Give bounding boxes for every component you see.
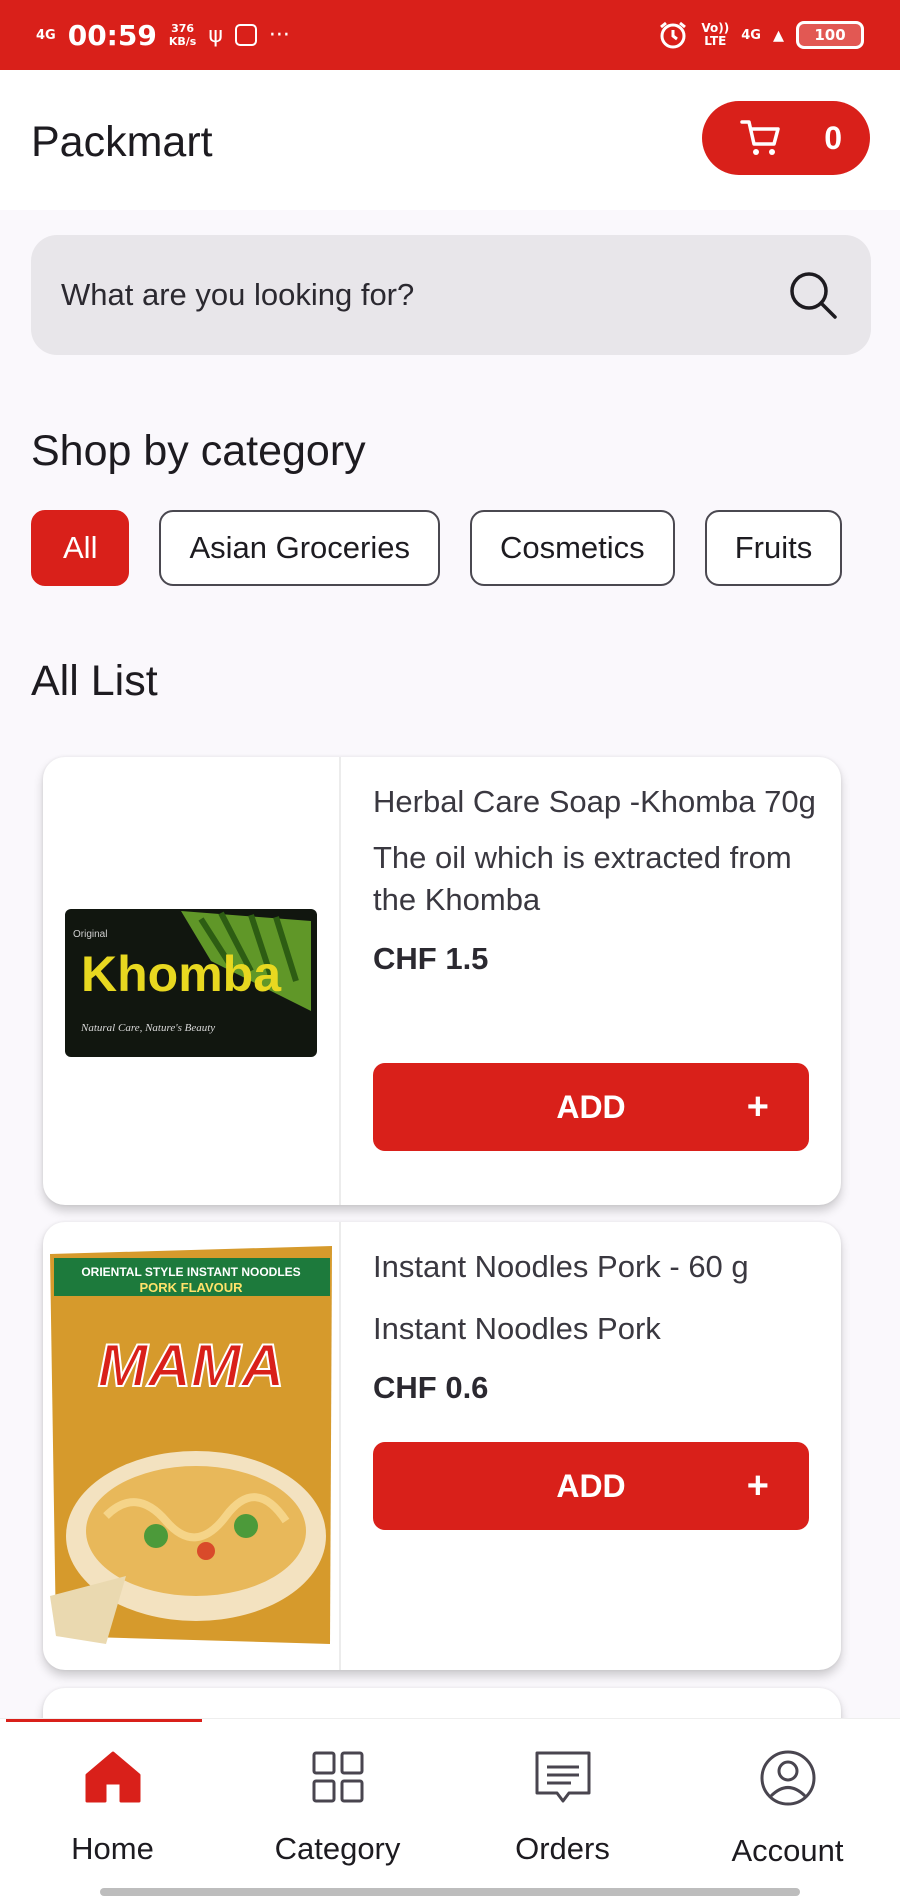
search-input[interactable]: What are you looking for? (31, 235, 871, 355)
battery-indicator: 100 (796, 21, 864, 49)
gesture-bar (100, 1888, 800, 1896)
product-name: Herbal Care Soap -Khomba 70g (373, 784, 816, 819)
usb-icon: ψ (208, 22, 223, 48)
svg-text:PORK FLAVOUR: PORK FLAVOUR (139, 1280, 243, 1295)
alarm-icon (660, 21, 687, 49)
grid-icon (312, 1751, 363, 1803)
network-speed: 376 KB/s (168, 22, 197, 48)
product-description: Instant Noodles Pork (373, 1311, 661, 1346)
category-chips: All Asian Groceries Cosmetics Fruits (31, 510, 900, 588)
app-title: Packmart (31, 118, 213, 166)
soap-package-image: Original Khomba Natural Care, Nature's B… (65, 909, 317, 1057)
product-name: Instant Noodles Pork - 60 g (373, 1249, 749, 1284)
cart-count: 0 (824, 119, 842, 156)
plus-icon: + (746, 1464, 769, 1507)
more-notifications-icon: ··· (268, 22, 290, 48)
noodles-package-image: ORIENTAL STYLE INSTANT NOODLES PORK FLAV… (50, 1246, 332, 1644)
nav-item-account[interactable]: Account (675, 1719, 900, 1896)
nav-label: Category (274, 1831, 401, 1866)
search-placeholder: What are you looking for? (61, 277, 415, 312)
home-icon (85, 1751, 140, 1803)
nav-item-category[interactable]: Category (225, 1719, 450, 1896)
cart-icon (740, 120, 780, 155)
category-section-title: Shop by category (31, 427, 366, 475)
chip-cosmetics[interactable]: Cosmetics (469, 510, 675, 586)
account-icon (760, 1750, 815, 1806)
product-description: The oil which is extracted from the Khom… (373, 840, 792, 917)
search-icon[interactable] (787, 269, 839, 321)
svg-text:ORIENTAL STYLE INSTANT NOODLES: ORIENTAL STYLE INSTANT NOODLES (81, 1265, 300, 1279)
product-image: Original Khomba Natural Care, Nature's B… (43, 757, 341, 1205)
add-to-cart-button[interactable]: ADD + (373, 1442, 809, 1530)
add-label: ADD (556, 1088, 626, 1125)
nav-active-indicator (6, 1719, 202, 1722)
add-to-cart-button[interactable]: ADD + (373, 1063, 809, 1151)
product-price: CHF 0.6 (373, 1370, 489, 1405)
cart-button[interactable]: 0 (702, 101, 870, 175)
notification-icon (234, 24, 257, 46)
list-section-title: All List (31, 657, 158, 705)
network-indicator: 4G (36, 27, 56, 43)
app-header: Packmart 0 (0, 70, 900, 210)
svg-text:Natural Care, Nature's Beauty: Natural Care, Nature's Beauty (80, 1022, 215, 1034)
signal-indicator: 4G (741, 27, 761, 43)
svg-text:Khomba: Khomba (81, 946, 282, 1002)
chip-all[interactable]: All (31, 510, 130, 586)
volte-indicator: Vo)) LTE (701, 21, 730, 48)
product-price: CHF 1.5 (373, 941, 489, 976)
product-card[interactable]: Original Khomba Natural Care, Nature's B… (43, 757, 841, 1205)
nav-item-orders[interactable]: Orders (450, 1719, 675, 1896)
add-label: ADD (556, 1467, 626, 1504)
nav-label: Home (71, 1831, 154, 1866)
product-image: ORIENTAL STYLE INSTANT NOODLES PORK FLAV… (43, 1222, 341, 1670)
status-time: 00:59 (67, 18, 157, 52)
svg-text:MAMA: MAMA (98, 1332, 285, 1399)
status-bar: 4G 00:59 376 KB/s ψ ··· Vo)) LTE 4G ▴ 100 (0, 0, 900, 70)
receipt-icon (535, 1751, 590, 1803)
nav-item-home[interactable]: Home (0, 1719, 225, 1896)
nav-label: Orders (515, 1831, 610, 1866)
svg-text:Original: Original (73, 929, 107, 940)
chip-asian-groceries[interactable]: Asian Groceries (159, 510, 440, 586)
nav-label: Account (731, 1833, 844, 1868)
plus-icon: + (746, 1085, 769, 1128)
product-card[interactable]: ORIENTAL STYLE INSTANT NOODLES PORK FLAV… (43, 1222, 841, 1670)
chip-fruits[interactable]: Fruits (704, 510, 843, 586)
bottom-navigation: Home Category Orders Account (0, 1718, 900, 1896)
signal-icon: ▴ (772, 22, 784, 48)
